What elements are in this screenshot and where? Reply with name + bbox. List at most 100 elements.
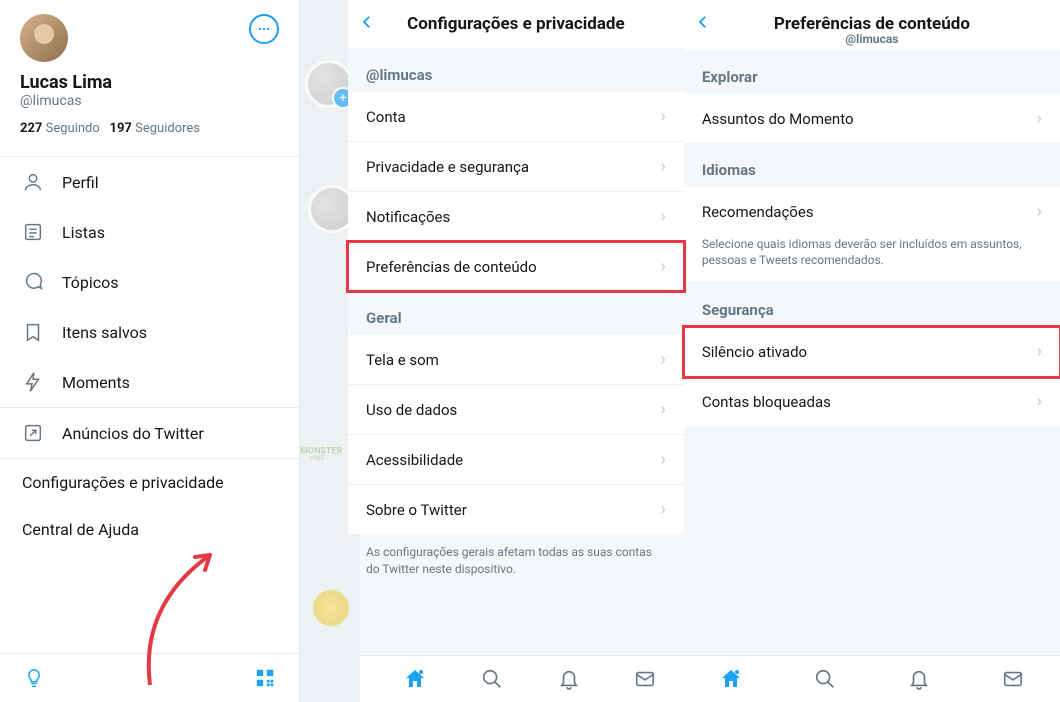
section-header-general: Geral xyxy=(348,291,684,335)
following-count: 227 xyxy=(20,121,42,136)
accounts-more-icon[interactable] xyxy=(249,14,279,44)
row-notifications[interactable]: Notificações › xyxy=(348,192,684,242)
chevron-right-icon: › xyxy=(660,156,665,177)
chevron-right-icon: › xyxy=(660,256,665,277)
background-avatar xyxy=(313,590,349,626)
tab-home-alt-icon[interactable] xyxy=(402,666,428,692)
chevron-right-icon: › xyxy=(660,349,665,370)
chevron-right-icon: › xyxy=(1037,201,1042,222)
chevron-right-icon: › xyxy=(660,449,665,470)
external-icon xyxy=(22,422,44,444)
chevron-right-icon: › xyxy=(1037,391,1042,412)
row-content-prefs[interactable]: Preferências de conteúdo › xyxy=(348,242,684,291)
row-trends[interactable]: Assuntos do Momento › xyxy=(684,94,1060,143)
tab-notifications-icon[interactable] xyxy=(556,666,582,692)
row-display-sound[interactable]: Tela e som › xyxy=(348,335,684,385)
qr-icon[interactable] xyxy=(253,666,277,690)
background-avatar xyxy=(305,60,353,108)
tab-home-icon[interactable] xyxy=(718,666,744,692)
row-label: Preferências de conteúdo xyxy=(366,258,537,276)
followers-count: 197 xyxy=(109,121,131,136)
tab-messages-icon[interactable] xyxy=(1000,666,1026,692)
profile-icon xyxy=(22,171,44,193)
row-blocked[interactable]: Contas bloqueadas › xyxy=(684,377,1060,426)
moments-icon xyxy=(22,371,44,393)
recommendations-note: Selecione quais idiomas deverão ser incl… xyxy=(684,236,1060,283)
chevron-right-icon: › xyxy=(1037,341,1042,362)
background-logo: MONSTERVINE xyxy=(300,440,354,460)
row-label: Acessibilidade xyxy=(366,451,463,469)
tab-notifications-icon[interactable] xyxy=(906,666,932,692)
chevron-right-icon: › xyxy=(660,499,665,520)
menu-help[interactable]: Central de Ajuda xyxy=(0,506,299,553)
row-label: Uso de dados xyxy=(366,401,457,419)
row-label: Notificações xyxy=(366,208,450,226)
menu-moments[interactable]: Moments xyxy=(0,357,299,407)
row-label: Privacidade e segurança xyxy=(366,158,529,176)
panel-title: Preferências de conteúdo xyxy=(694,14,1050,34)
row-label: Conta xyxy=(366,108,406,126)
menu-bookmarks[interactable]: Itens salvos xyxy=(0,307,299,357)
chevron-right-icon: › xyxy=(660,206,665,227)
chevron-right-icon: › xyxy=(1037,108,1042,129)
row-accessibility[interactable]: Acessibilidade › xyxy=(348,435,684,485)
row-about[interactable]: Sobre o Twitter › xyxy=(348,485,684,534)
following-label: Seguindo xyxy=(46,121,100,136)
menu-label: Central de Ajuda xyxy=(22,520,139,539)
tab-bar xyxy=(684,655,1060,702)
general-footnote: As configurações gerais afetam todas as … xyxy=(348,534,684,596)
row-recommendations[interactable]: Recomendações › xyxy=(684,187,1060,236)
menu-topics[interactable]: Tópicos xyxy=(0,257,299,307)
chevron-right-icon: › xyxy=(660,106,665,127)
tab-search-icon[interactable] xyxy=(479,666,505,692)
menu-label: Itens salvos xyxy=(62,323,147,342)
panel-header: Preferências de conteúdo @limucas xyxy=(684,0,1060,50)
section-header-languages: Idiomas xyxy=(684,143,1060,187)
menu-ads[interactable]: Anúncios do Twitter xyxy=(0,408,299,458)
menu-profile[interactable]: Perfil xyxy=(0,157,299,207)
followers-label: Seguidores xyxy=(135,121,200,136)
tab-messages-icon[interactable] xyxy=(632,666,658,692)
menu-label: Configurações e privacidade xyxy=(22,473,224,492)
avatar[interactable] xyxy=(20,14,68,62)
section-header-explore: Explorar xyxy=(684,50,1060,94)
panel-title: Configurações e privacidade xyxy=(407,14,625,34)
row-label: Recomendações xyxy=(702,203,814,221)
profile-handle: @limucas xyxy=(20,93,279,109)
row-label: Assuntos do Momento xyxy=(702,110,854,128)
menu-label: Moments xyxy=(62,373,130,392)
row-data-usage[interactable]: Uso de dados › xyxy=(348,385,684,435)
menu-settings[interactable]: Configurações e privacidade xyxy=(0,459,299,506)
panel-subtitle: @limucas xyxy=(694,32,1050,46)
bookmark-icon xyxy=(22,321,44,343)
svg-text:VINE: VINE xyxy=(309,454,325,460)
row-label: Sobre o Twitter xyxy=(366,501,467,519)
row-muted[interactable]: Silêncio ativado › xyxy=(684,327,1060,377)
tab-search-icon[interactable] xyxy=(812,666,838,692)
back-button[interactable] xyxy=(358,12,376,37)
topics-icon xyxy=(22,271,44,293)
row-label: Silêncio ativado xyxy=(702,343,807,361)
drawer-bottom-bar xyxy=(0,653,299,702)
list-icon xyxy=(22,221,44,243)
navigation-drawer: Lucas Lima @limucas 227 Seguindo 197 Seg… xyxy=(0,0,300,702)
row-label: Tela e som xyxy=(366,351,439,369)
section-header-security: Segurança xyxy=(684,283,1060,327)
menu-label: Listas xyxy=(62,223,105,242)
profile-name: Lucas Lima xyxy=(20,72,279,93)
menu-label: Perfil xyxy=(62,173,99,192)
panel-header: Configurações e privacidade xyxy=(348,0,684,48)
menu-label: Tópicos xyxy=(62,273,119,292)
row-account[interactable]: Conta › xyxy=(348,92,684,142)
follow-stats[interactable]: 227 Seguindo 197 Seguidores xyxy=(20,121,279,136)
row-privacy[interactable]: Privacidade e segurança › xyxy=(348,142,684,192)
menu-label: Anúncios do Twitter xyxy=(62,424,204,443)
bulb-icon[interactable] xyxy=(22,666,46,690)
settings-panel: MONSTERVINE Configurações e privacidade … xyxy=(300,0,684,702)
chevron-right-icon: › xyxy=(660,399,665,420)
content-prefs-panel: Preferências de conteúdo @limucas Explor… xyxy=(684,0,1060,702)
menu-lists[interactable]: Listas xyxy=(0,207,299,257)
back-button[interactable] xyxy=(694,12,712,37)
row-label: Contas bloqueadas xyxy=(702,393,831,411)
section-header-user: @limucas xyxy=(348,48,684,92)
